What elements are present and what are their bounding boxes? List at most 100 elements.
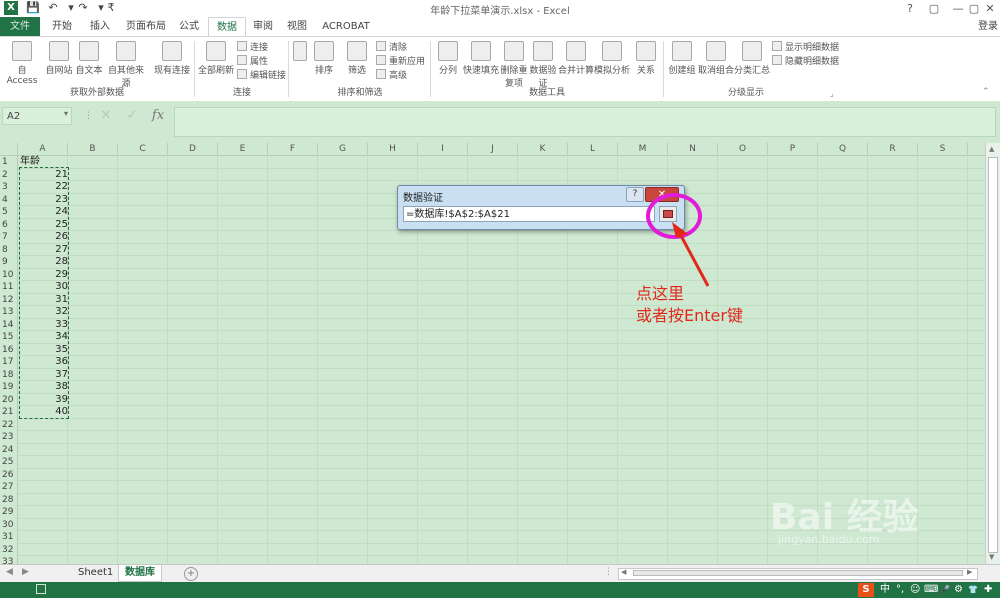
row-header[interactable]: 9: [0, 256, 18, 269]
row-header[interactable]: 26: [0, 468, 18, 481]
group-button[interactable]: 创建组: [666, 41, 698, 81]
sort-ascending-button[interactable]: [292, 41, 308, 81]
row-header[interactable]: 2: [0, 168, 18, 181]
ime-emoji-icon[interactable]: ☺: [910, 583, 920, 597]
row-header[interactable]: 30: [0, 518, 18, 531]
select-all-corner[interactable]: [0, 143, 18, 155]
from-other-sources-button[interactable]: 自其他来源: [104, 41, 148, 89]
ime-keyboard-icon[interactable]: ⌨: [924, 583, 938, 597]
reapply-button[interactable]: 重新应用: [376, 55, 425, 67]
flash-fill-button[interactable]: 快速填充: [462, 41, 500, 81]
row-header[interactable]: 13: [0, 306, 18, 319]
row-header[interactable]: 20: [0, 393, 18, 406]
sort-button[interactable]: 排序: [312, 41, 336, 81]
filter-button[interactable]: 筛选: [344, 41, 370, 81]
column-header[interactable]: L: [568, 143, 618, 155]
scroll-right-icon[interactable]: ▶: [967, 568, 972, 576]
column-header[interactable]: G: [318, 143, 368, 155]
cancel-icon[interactable]: ✕: [96, 107, 116, 125]
row-header[interactable]: 28: [0, 493, 18, 506]
row-header[interactable]: 19: [0, 381, 18, 394]
existing-connections-button[interactable]: 现有连接: [152, 41, 192, 81]
column-header[interactable]: Q: [818, 143, 868, 155]
column-header[interactable]: I: [418, 143, 468, 155]
macro-record-icon[interactable]: [36, 584, 46, 594]
tab-file[interactable]: 文件: [0, 17, 40, 36]
row-header[interactable]: 21: [0, 406, 18, 419]
range-reference-input[interactable]: =数据库!$A$2:$A$21: [403, 206, 655, 222]
column-header[interactable]: S: [918, 143, 968, 155]
row-header[interactable]: 24: [0, 443, 18, 456]
collapse-ribbon-icon[interactable]: ⌃: [982, 87, 990, 97]
dialog-help-button[interactable]: ?: [626, 187, 644, 202]
ime-chinese-icon[interactable]: 中: [880, 583, 890, 597]
row-header[interactable]: 23: [0, 431, 18, 444]
what-if-analysis-button[interactable]: 模拟分析: [594, 41, 630, 81]
ime-toolbox-icon[interactable]: ✚: [984, 583, 992, 597]
dialog-launcher-icon[interactable]: ⌟: [830, 89, 834, 98]
column-header[interactable]: F: [268, 143, 318, 155]
row-header[interactable]: 11: [0, 281, 18, 294]
horizontal-scrollbar[interactable]: ◀ ▶: [618, 568, 978, 580]
tab-insert[interactable]: 插入: [82, 17, 118, 36]
subtotal-button[interactable]: 分类汇总: [734, 41, 770, 81]
scroll-up-icon[interactable]: ▲: [989, 145, 994, 153]
formula-input[interactable]: [174, 107, 996, 137]
column-header[interactable]: O: [718, 143, 768, 155]
row-header[interactable]: 6: [0, 218, 18, 231]
data-validation-button[interactable]: 数据验证: [528, 41, 558, 89]
from-access-button[interactable]: 自 Access: [2, 41, 42, 86]
from-text-button[interactable]: 自文本: [74, 41, 104, 81]
ime-voice-icon[interactable]: 🎤: [940, 583, 950, 597]
sheet-tab-database[interactable]: 数据库: [118, 565, 162, 582]
properties-button[interactable]: 属性: [237, 55, 268, 67]
row-header[interactable]: 5: [0, 206, 18, 219]
scroll-down-icon[interactable]: ▼: [989, 553, 994, 561]
login-link[interactable]: 登录: [978, 17, 998, 36]
tab-acrobat[interactable]: ACROBAT: [318, 17, 374, 36]
ungroup-button[interactable]: 取消组合: [698, 41, 734, 81]
refresh-all-button[interactable]: 全部刷新: [198, 41, 234, 81]
tab-data[interactable]: 数据: [208, 17, 246, 37]
column-header[interactable]: H: [368, 143, 418, 155]
tab-page-layout[interactable]: 页面布局: [120, 17, 172, 36]
connections-button[interactable]: 连接: [237, 41, 268, 53]
tab-review[interactable]: 审阅: [248, 17, 278, 36]
column-header[interactable]: C: [118, 143, 168, 155]
relationships-button[interactable]: 关系: [632, 41, 660, 81]
column-header[interactable]: K: [518, 143, 568, 155]
column-header[interactable]: P: [768, 143, 818, 155]
scroll-thumb[interactable]: [988, 157, 998, 553]
row-header[interactable]: 14: [0, 318, 18, 331]
ime-settings-icon[interactable]: ⚙: [954, 583, 963, 597]
column-header[interactable]: M: [618, 143, 668, 155]
row-header[interactable]: 25: [0, 456, 18, 469]
close-window-button[interactable]: ✕: [978, 0, 1000, 17]
enter-icon[interactable]: ✓: [122, 107, 142, 125]
tab-split-grip-icon[interactable]: ⋮: [604, 567, 613, 577]
row-header[interactable]: 3: [0, 181, 18, 194]
row-header[interactable]: 33: [0, 556, 18, 564]
row-header[interactable]: 1: [0, 156, 18, 169]
h-scroll-thumb[interactable]: [633, 570, 963, 576]
scroll-left-icon[interactable]: ◀: [621, 568, 626, 576]
column-header[interactable]: R: [868, 143, 918, 155]
ribbon-display-button[interactable]: ▢: [922, 0, 946, 17]
sheet-next-icon[interactable]: ▶: [22, 567, 29, 577]
row-header[interactable]: 8: [0, 243, 18, 256]
row-header[interactable]: 10: [0, 268, 18, 281]
name-box-dropdown-icon[interactable]: ▾: [64, 109, 68, 118]
insert-function-icon[interactable]: fx: [148, 107, 168, 125]
name-box[interactable]: A2: [2, 107, 72, 125]
row-header[interactable]: 7: [0, 231, 18, 244]
ime-skin-icon[interactable]: 👕: [968, 583, 978, 597]
hide-detail-button[interactable]: 隐藏明细数据: [772, 55, 839, 67]
column-header[interactable]: D: [168, 143, 218, 155]
tab-view[interactable]: 视图: [282, 17, 312, 36]
show-detail-button[interactable]: 显示明细数据: [772, 41, 839, 53]
row-header[interactable]: 12: [0, 293, 18, 306]
sheet-prev-icon[interactable]: ◀: [6, 567, 13, 577]
vertical-scrollbar[interactable]: ▲ ▼: [985, 143, 1000, 564]
row-header[interactable]: 32: [0, 543, 18, 556]
help-button[interactable]: ?: [898, 0, 922, 17]
